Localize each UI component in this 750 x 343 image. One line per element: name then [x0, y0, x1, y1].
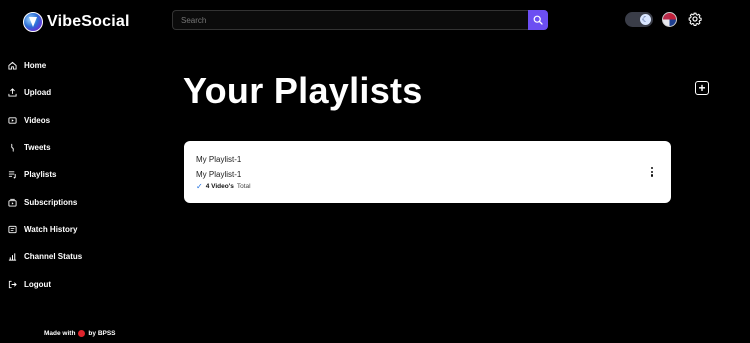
logo-icon [23, 12, 43, 32]
sidebar-item-label: Home [24, 61, 47, 71]
app-logo[interactable]: VibeSocial [23, 12, 130, 32]
search-bar [172, 10, 548, 30]
made-with-text: Made with [44, 330, 76, 337]
heart-icon [78, 330, 86, 337]
sidebar-item-label: Watch History [24, 224, 78, 234]
app-name: VibeSocial [47, 13, 130, 30]
footer-credit: Made with by BPSS [44, 330, 116, 337]
playlist-meta: ✓ 4 Video's Total [196, 182, 251, 191]
video-icon [8, 117, 17, 124]
sidebar-item-label: Upload [24, 88, 52, 98]
total-label: Total [236, 183, 251, 190]
sidebar-item-label: Logout [24, 279, 52, 289]
sidebar-item-upload[interactable]: Upload [0, 79, 140, 106]
sidebar-item-label: Subscriptions [24, 197, 78, 207]
sidebar-item-label: Playlists [24, 170, 57, 180]
moon-icon: ☾ [640, 14, 651, 25]
logout-icon [8, 280, 17, 288]
sidebar: Home Upload Videos Tweets Playlists Subs… [0, 52, 140, 298]
sidebar-item-home[interactable]: Home [0, 52, 140, 79]
check-icon: ✓ [196, 182, 203, 191]
sidebar-item-label: Tweets [24, 143, 51, 153]
gear-icon[interactable] [688, 12, 702, 26]
sidebar-item-playlists[interactable]: Playlists [0, 161, 140, 188]
video-count: 4 Video's [205, 183, 234, 190]
playlist-description: My Playlist-1 [196, 170, 242, 179]
theme-toggle[interactable]: ☾ [625, 12, 653, 27]
playlist-name: My Playlist-1 [196, 155, 242, 164]
sidebar-item-watch-history[interactable]: Watch History [0, 216, 140, 243]
add-playlist-button[interactable]: + [695, 81, 709, 95]
subscriptions-icon [8, 198, 17, 207]
sidebar-item-channel-status[interactable]: Channel Status [0, 243, 140, 270]
home-icon [8, 61, 17, 70]
plus-icon: + [698, 81, 706, 95]
sidebar-item-label: Channel Status [24, 252, 83, 262]
more-options-icon[interactable] [649, 167, 655, 177]
sidebar-item-tweets[interactable]: Tweets [0, 134, 140, 161]
by-text: by BPSS [88, 330, 116, 337]
playlist-icon [8, 171, 16, 179]
sidebar-item-videos[interactable]: Videos [0, 107, 140, 134]
page-title: Your Playlists [183, 70, 423, 111]
sidebar-item-subscriptions[interactable]: Subscriptions [0, 188, 140, 215]
tweet-icon [11, 143, 14, 152]
sidebar-item-logout[interactable]: Logout [0, 270, 140, 297]
sidebar-item-label: Videos [24, 115, 51, 125]
status-icon [8, 253, 17, 261]
upload-icon [8, 88, 17, 97]
search-icon [533, 15, 543, 25]
history-icon [8, 225, 17, 234]
search-input[interactable] [172, 10, 528, 30]
playlist-card[interactable]: My Playlist-1 My Playlist-1 ✓ 4 Video's … [184, 141, 671, 203]
search-button[interactable] [528, 10, 548, 30]
avatar[interactable] [662, 12, 677, 27]
